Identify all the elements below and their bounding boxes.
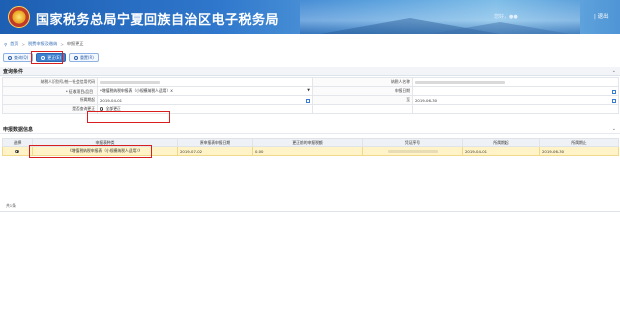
voucher-no-cell: [362, 146, 463, 156]
query-section-header: 查询条件 ⌄: [0, 67, 620, 76]
orig-date-cell: 2019-07-02: [177, 146, 253, 156]
highlight-box-form-row: [29, 145, 152, 158]
reset-button[interactable]: 重置(R): [68, 53, 99, 62]
reset-button-label: 重置(R): [79, 54, 94, 60]
column-header: 选择: [2, 138, 33, 147]
query-button[interactable]: 查询(Q): [3, 53, 34, 62]
query-button-label: 查询(Q): [14, 54, 29, 60]
breadcrumb: ⚲ 首页 > 税费申报及缴纳 > 申报更正: [4, 41, 84, 47]
report-date-label: 申报日期: [312, 86, 413, 96]
period-start-cell: 2019-04-01: [462, 146, 540, 156]
report-date-input[interactable]: [412, 86, 619, 96]
home-icon: ⚲: [4, 41, 8, 47]
period-end-value: 2019-06-30: [415, 97, 438, 103]
levy-item-label-text: * 征收项目/品目: [65, 89, 93, 94]
site-title: 国家税务总局宁夏回族自治区电子税务局: [36, 13, 280, 28]
chevron-down-icon[interactable]: ⌄: [612, 126, 616, 132]
highlight-box-correct-flag: [87, 111, 170, 123]
calendar-icon[interactable]: [612, 89, 616, 94]
column-header: 所属期止: [539, 138, 619, 147]
period-start-value: 2019-04-01: [100, 97, 123, 103]
logout-link[interactable]: | 退出: [594, 12, 609, 20]
taxpayer-id-label: 纳税人识别号/统一社会信用代码: [2, 77, 98, 87]
period-start-label: 所属期起: [2, 95, 98, 105]
top-banner: 国家税务总局宁夏回族自治区电子税务局 您好，●● | 退出: [0, 0, 620, 34]
taxpayer-name-field: [412, 77, 619, 87]
calendar-icon[interactable]: [306, 98, 310, 103]
breadcrumb-parent[interactable]: 税费申报及缴纳: [28, 41, 57, 47]
empty-cell: [412, 104, 619, 114]
column-header: 所属期起: [462, 138, 540, 147]
period-end-input[interactable]: 2019-06-30: [412, 95, 619, 105]
empty-cell: [312, 104, 413, 114]
calendar-icon[interactable]: [612, 98, 616, 103]
levy-item-value: *增值税纳税申报表（小规模纳税人适用）X: [100, 88, 173, 93]
highlight-box-correct: [31, 51, 63, 64]
tax-emblem-icon: [8, 6, 30, 28]
correct-flag-label: 是否查询更正: [2, 104, 98, 114]
divider: [0, 211, 620, 212]
refresh-icon: [73, 55, 78, 60]
taxpayer-name-label: 纳税人名称: [312, 77, 413, 87]
row-select-cell[interactable]: [2, 146, 33, 156]
result-section-title: 申报数据信息: [3, 126, 34, 133]
row-select-radio[interactable]: [15, 149, 19, 154]
amount-cell: 0.00: [252, 146, 363, 156]
period-end-label: 至: [312, 95, 413, 105]
column-header: 原申报表申报日期: [177, 138, 253, 147]
chevron-down-icon[interactable]: ▼: [307, 88, 310, 92]
breadcrumb-separator: >: [21, 41, 25, 47]
taxpayer-id-field: [97, 77, 313, 87]
query-section-title: 查询条件: [3, 68, 24, 75]
breadcrumb-separator: >: [60, 41, 64, 47]
breadcrumb-current: 申报更正: [66, 41, 84, 46]
column-header: 凭证序号: [362, 138, 463, 147]
user-greeting: 您好，●●: [494, 14, 518, 20]
result-section-header: 申报数据信息 ⌄: [0, 125, 620, 134]
search-icon: [8, 55, 12, 60]
breadcrumb-home[interactable]: 首页: [10, 41, 18, 47]
levy-item-select[interactable]: *增值税纳税申报表（小规模纳税人适用）X ▼: [97, 86, 313, 96]
chevron-down-icon[interactable]: ⌄: [612, 68, 616, 74]
period-start-input[interactable]: 2019-04-01: [97, 95, 313, 105]
column-header: 更正前的申报税额: [252, 138, 363, 147]
record-count: 共1条: [6, 203, 17, 208]
banner-mountain: [430, 22, 570, 34]
period-end-cell: 2019-06-30: [539, 146, 619, 156]
